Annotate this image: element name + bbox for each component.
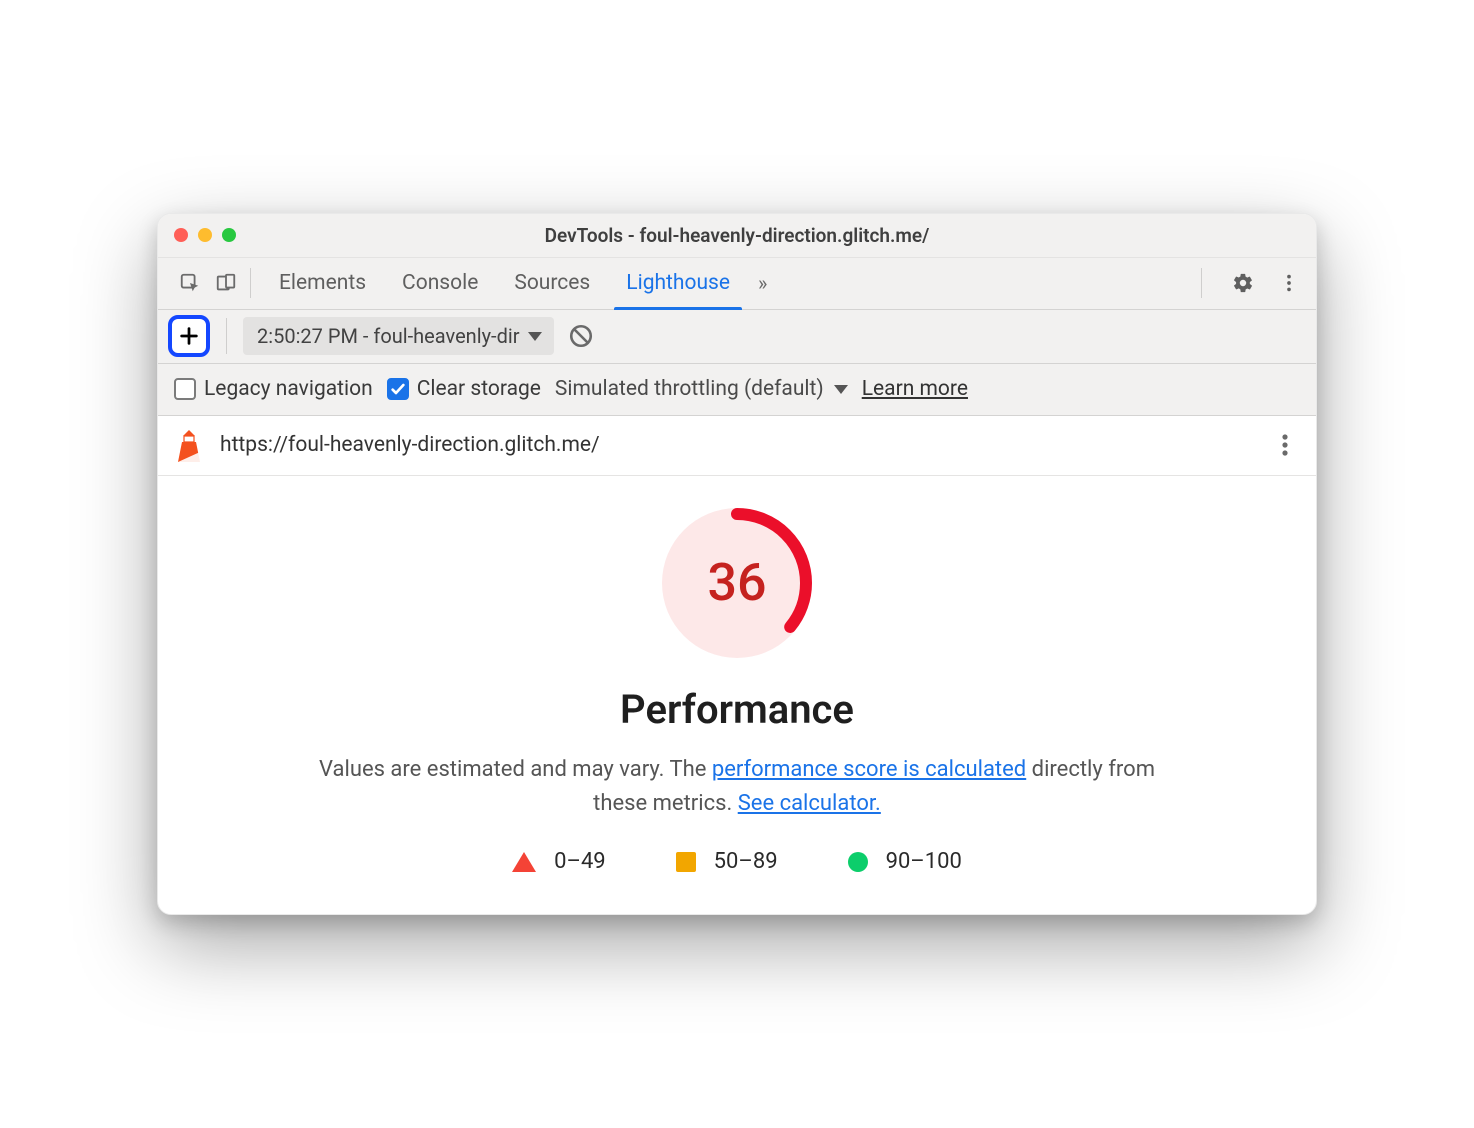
devtools-toolbar: Elements Console Sources Lighthouse » <box>158 258 1316 310</box>
chevron-down-icon <box>528 332 542 341</box>
legend-fail: 0–49 <box>512 849 606 874</box>
score-blurb: Values are estimated and may vary. The p… <box>317 753 1157 821</box>
lighthouse-report: 36 Performance Values are estimated and … <box>158 476 1316 914</box>
score-calc-link[interactable]: performance score is calculated <box>712 757 1026 782</box>
settings-gear-icon[interactable] <box>1228 268 1258 298</box>
report-tools-menu-icon[interactable] <box>1270 430 1300 460</box>
throttling-select[interactable]: Simulated throttling (default) <box>555 377 848 401</box>
performance-gauge: 36 <box>662 508 812 658</box>
divider <box>1201 268 1202 298</box>
divider <box>250 268 251 298</box>
chevron-down-icon <box>834 385 848 394</box>
clear-storage-option[interactable]: Clear storage <box>387 377 541 401</box>
category-title: Performance <box>198 686 1276 733</box>
legend-fail-label: 0–49 <box>554 849 606 874</box>
learn-more-link[interactable]: Learn more <box>862 377 968 401</box>
kebab-menu-icon[interactable] <box>1274 268 1304 298</box>
lighthouse-report-bar: 2:50:27 PM - foul-heavenly-dir <box>158 310 1316 364</box>
minimize-window-icon[interactable] <box>198 228 212 242</box>
close-window-icon[interactable] <box>174 228 188 242</box>
titlebar: DevTools - foul-heavenly-direction.glitc… <box>158 214 1316 258</box>
legacy-nav-option[interactable]: Legacy navigation <box>174 377 373 401</box>
panel-tabs: Elements Console Sources Lighthouse <box>261 258 748 309</box>
zoom-window-icon[interactable] <box>222 228 236 242</box>
new-report-button[interactable] <box>168 315 210 357</box>
clear-report-button[interactable] <box>564 319 598 353</box>
lighthouse-options: Legacy navigation Clear storage Simulate… <box>158 364 1316 416</box>
devtools-window: DevTools - foul-heavenly-direction.glitc… <box>157 213 1317 915</box>
performance-score: 36 <box>662 508 812 658</box>
tabs-overflow-icon[interactable]: » <box>748 271 777 295</box>
report-select[interactable]: 2:50:27 PM - foul-heavenly-dir <box>243 317 554 355</box>
tab-elements[interactable]: Elements <box>261 258 384 309</box>
lighthouse-logo-icon <box>174 428 204 462</box>
legacy-nav-checkbox[interactable] <box>174 378 196 400</box>
legend-avg-label: 50–89 <box>714 849 778 874</box>
report-url-bar: https://foul-heavenly-direction.glitch.m… <box>158 416 1316 476</box>
triangle-icon <box>512 852 536 872</box>
calculator-link[interactable]: See calculator. <box>738 791 881 816</box>
clear-storage-label: Clear storage <box>417 377 541 401</box>
circle-icon <box>848 852 868 872</box>
square-icon <box>676 852 696 872</box>
window-controls <box>174 228 236 242</box>
legacy-nav-label: Legacy navigation <box>204 377 373 401</box>
legend-pass-label: 90–100 <box>886 849 962 874</box>
inspect-element-icon[interactable] <box>176 269 204 297</box>
legend-average: 50–89 <box>676 849 778 874</box>
device-toggle-icon[interactable] <box>212 269 240 297</box>
divider <box>226 318 227 354</box>
blurb-text: Values are estimated and may vary. The <box>319 757 712 782</box>
audited-url: https://foul-heavenly-direction.glitch.m… <box>220 433 1254 457</box>
tab-sources[interactable]: Sources <box>496 258 608 309</box>
clear-storage-checkbox[interactable] <box>387 378 409 400</box>
window-title: DevTools - foul-heavenly-direction.glitc… <box>158 224 1316 247</box>
tab-lighthouse[interactable]: Lighthouse <box>608 258 748 309</box>
report-select-label: 2:50:27 PM - foul-heavenly-dir <box>257 324 520 348</box>
throttling-label: Simulated throttling (default) <box>555 377 824 401</box>
legend-pass: 90–100 <box>848 849 962 874</box>
tab-console[interactable]: Console <box>384 258 496 309</box>
score-legend: 0–49 50–89 90–100 <box>198 849 1276 874</box>
